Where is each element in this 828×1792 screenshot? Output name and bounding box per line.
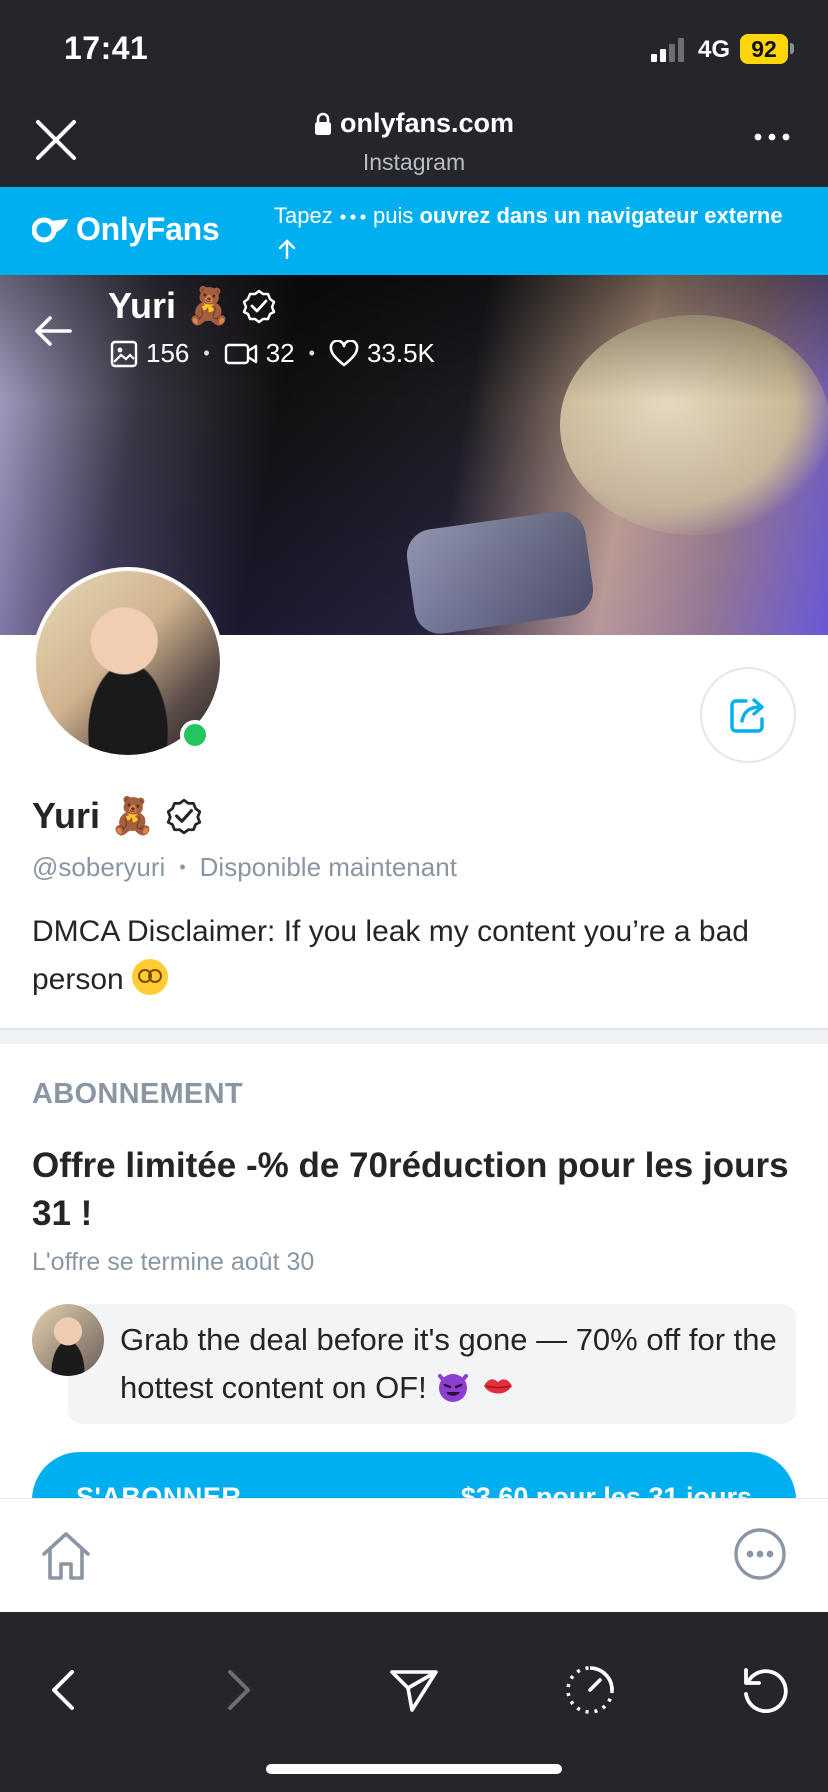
- profile-name-text: Yuri: [32, 795, 101, 836]
- network-label: 4G: [698, 36, 731, 63]
- url-source: Instagram: [362, 149, 466, 175]
- stat-videos[interactable]: 32: [224, 338, 295, 369]
- browser-header: 17:41 4G 92 onlyfans.com Instagram: [0, 0, 828, 187]
- image-icon: [110, 340, 138, 367]
- stat-likes: 33.5K: [329, 338, 435, 369]
- dizzy-face-emoji-icon: [132, 959, 169, 995]
- stat-photos[interactable]: 156: [110, 338, 189, 369]
- promo-message: Grab the deal before it's gone — 70% off…: [68, 1304, 796, 1424]
- more-dots-icon[interactable]: [752, 124, 792, 150]
- stat-likes-count: 33.5K: [366, 338, 435, 368]
- browser-back-icon[interactable]: [34, 1660, 94, 1720]
- status-time: 17:41: [64, 30, 149, 66]
- onlyfans-logo-icon: [32, 217, 68, 242]
- video-icon: [224, 343, 257, 364]
- subscription-heading: ABONNEMENT: [32, 1078, 243, 1110]
- browser-forward-icon[interactable]: [208, 1660, 268, 1720]
- banner-hint: Tapez puis ouvrez dans un navigateur ext…: [274, 200, 794, 264]
- send-icon[interactable]: [384, 1660, 444, 1720]
- signal-icon: [651, 38, 684, 62]
- stat-videos-count: 32: [265, 338, 295, 368]
- profile-handle[interactable]: @soberyuri: [32, 852, 165, 883]
- stat-separator: •: [203, 343, 210, 363]
- hint-prefix: Tapez: [274, 203, 333, 228]
- online-indicator: [180, 720, 210, 750]
- profile-stats: 156 • 32 • 33.5K: [110, 338, 435, 369]
- brand-name: OnlyFans: [76, 211, 220, 247]
- profile-status: Disponible maintenant: [199, 852, 457, 882]
- share-button[interactable]: [700, 667, 796, 763]
- arrow-up-icon: [278, 239, 296, 260]
- url-domain: onlyfans.com: [339, 108, 515, 138]
- lock-icon: [314, 112, 331, 135]
- back-arrow-icon[interactable]: [30, 307, 78, 355]
- home-icon[interactable]: [36, 1526, 96, 1586]
- timer-icon[interactable]: [560, 1660, 620, 1720]
- share-icon: [730, 698, 764, 733]
- offer-title: Offre limitée -% de 70réduction pour les…: [32, 1146, 789, 1233]
- battery-indicator: 92: [740, 34, 788, 64]
- cover-name-emoji: 🧸: [186, 285, 231, 326]
- stat-photos-count: 156: [146, 338, 190, 368]
- smiling-devil-emoji-icon: [438, 1374, 469, 1402]
- chat-dots-icon[interactable]: [732, 1526, 788, 1582]
- reload-icon[interactable]: [734, 1660, 794, 1720]
- battery-nub: [790, 43, 794, 54]
- cover-title: Yuri 🧸: [108, 285, 277, 327]
- offer-end-date: L'offre se termine août 30: [32, 1248, 315, 1276]
- section-divider: [0, 1028, 828, 1044]
- profile-bio: DMCA Disclaimer: If you leak my content …: [32, 908, 802, 1004]
- hint-middle: puis: [372, 203, 414, 228]
- profile-name: Yuri 🧸: [32, 795, 203, 837]
- heart-icon: [329, 339, 359, 366]
- profile-meta: @soberyuri • Disponible maintenant: [32, 852, 457, 883]
- cover-name: Yuri: [108, 285, 177, 326]
- verified-icon: [166, 798, 202, 835]
- meta-separator: •: [179, 857, 186, 877]
- url-bar[interactable]: onlyfans.com: [0, 108, 828, 141]
- stat-separator: •: [308, 343, 315, 363]
- verified-icon: [242, 289, 276, 324]
- kiss-mark-emoji-icon: [483, 1379, 512, 1394]
- hint-bold: ouvrez dans un navigateur externe: [419, 203, 783, 228]
- home-indicator: [266, 1764, 562, 1774]
- profile-name-emoji: 🧸: [110, 795, 155, 836]
- onlyfans-logo[interactable]: OnlyFans: [32, 211, 220, 248]
- more-dots-icon: [340, 214, 366, 220]
- open-in-browser-banner: OnlyFans Tapez puis ouvrez dans un navig…: [0, 187, 828, 275]
- message-avatar: [32, 1304, 104, 1376]
- app-bottom-nav: [0, 1498, 828, 1612]
